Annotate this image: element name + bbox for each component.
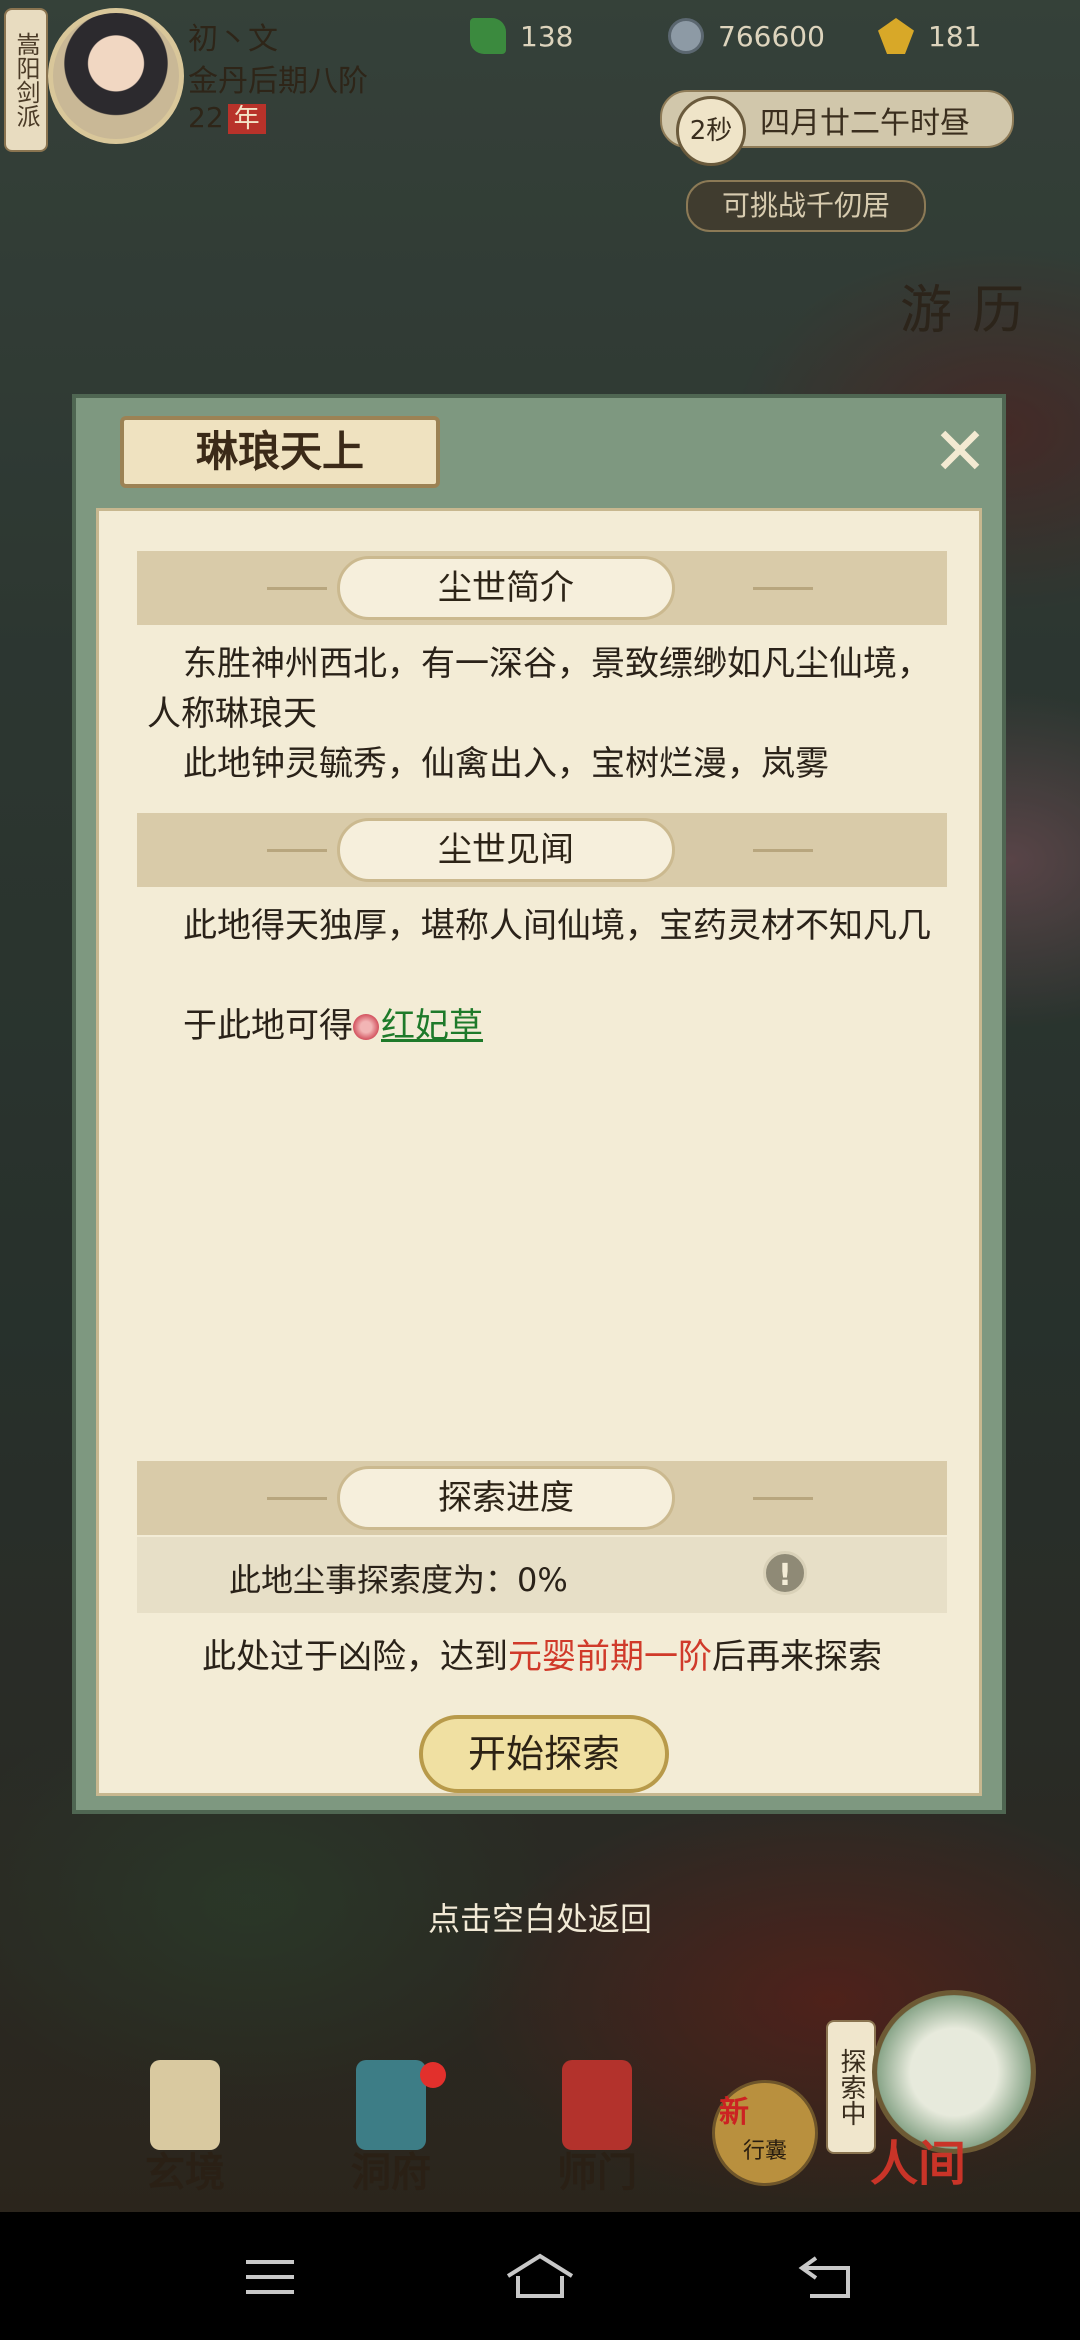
banner-icon [562,2060,632,2150]
notification-dot [420,2062,446,2088]
progress-header: 探索进度 [337,1466,675,1530]
player-realm: 金丹后期八阶 [188,64,368,99]
time-speed[interactable]: 2秒 [676,96,746,166]
player-name: 初丶文 [188,22,278,57]
intro-header: 尘世简介 [337,556,675,620]
exploring-status[interactable]: 探索中 [826,2020,876,2154]
coin-value: 766600 [718,19,825,53]
intro-text-2: 此地钟灵毓秀，仙禽出入，宝树烂漫，岚雾 [183,744,829,784]
gold-counter[interactable]: 181 [878,18,981,54]
danger-suffix: 后再来探索 [712,1637,882,1677]
divider [753,587,813,590]
divider [753,1497,813,1500]
progress-text: 此地尘事探索度为：0% [229,1561,568,1599]
home-icon[interactable] [504,2252,576,2302]
start-explore-button[interactable]: 开始探索 [419,1715,669,1793]
youli-label: 游历 [900,281,1045,341]
dialog-content: 尘世简介 东胜神州西北，有一深谷，景致缥缈如凡尘仙境，人称琳琅天 此地钟灵毓秀，… [96,508,982,1796]
nav-renjian-label[interactable]: 人间 [870,2124,966,2194]
obtain-prefix: 于此地可得 [183,1006,353,1046]
player-age-value: 22 [188,101,224,134]
jade-counter[interactable]: 138 [470,18,573,54]
danger-notice: 此处过于凶险，达到元婴前期一阶后再来探索 [139,1629,945,1678]
coin-counter[interactable]: 766600 [668,18,825,54]
nav-xinglang[interactable]: 新 行囊 [712,2080,818,2186]
scroll-icon [150,2060,220,2150]
intro-text: 东胜神州西北，有一深谷，景致缥缈如凡尘仙境，人称琳琅天 [147,644,931,734]
gold-ingot-icon [878,18,914,54]
divider [267,849,327,852]
nav-xuanjing[interactable]: 玄境 [120,2040,250,2210]
nav-dongfu-label: 洞府 [351,2149,431,2196]
danger-prefix: 此处过于凶险，达到 [202,1637,508,1677]
game-date: 四月廿二午时昼 [760,106,970,141]
herb-link[interactable]: 红妃草 [381,1006,483,1046]
return-hint[interactable]: 点击空白处返回 [0,1894,1080,1940]
divider [753,849,813,852]
avatar[interactable] [48,8,184,144]
gold-value: 181 [928,19,982,53]
divider [267,1497,327,1500]
location-dialog: 琳琅天上 ✕ 尘世简介 东胜神州西北，有一深谷，景致缥缈如凡尘仙境，人称琳琅天 … [72,394,1006,1814]
herb-icon [353,1014,379,1040]
divider [267,587,327,590]
jade-icon [470,18,506,54]
age-unit: 年 [227,104,266,134]
obtain-line: 于此地可得 红妃草 [183,1001,973,1051]
sect-badge[interactable]: 嵩阳剑派 [4,8,48,152]
news-text: 此地得天独厚，堪称人间仙境，宝药灵材不知凡几 [183,906,931,946]
jade-value: 138 [520,19,574,53]
nav-shimen[interactable]: 师门 [532,2040,662,2210]
dialog-title: 琳琅天上 [120,416,440,488]
nav-xuanjing-label: 玄境 [145,2149,225,2196]
close-icon[interactable]: ✕ [924,416,996,488]
nav-xinglang-label: 行囊 [743,2139,788,2164]
nav-shimen-label: 师门 [557,2149,637,2196]
coin-icon [668,18,704,54]
menu-icon[interactable] [240,2252,300,2302]
news-header: 尘世见闻 [337,818,675,882]
back-icon[interactable] [796,2252,856,2302]
required-realm: 元婴前期一阶 [508,1637,712,1677]
system-nav-bar [0,2212,1080,2340]
challenge-button[interactable]: 可挑战千仞居 [686,180,926,232]
new-badge: 新 [719,2095,749,2130]
player-age: 22 年 [188,98,266,135]
cave-house-icon [356,2060,426,2150]
top-status-bar: 嵩阳剑派 初丶文 金丹后期八阶 22 年 138 766600 181 2秒 四月… [0,0,1080,166]
info-icon[interactable]: ! [763,1551,807,1595]
